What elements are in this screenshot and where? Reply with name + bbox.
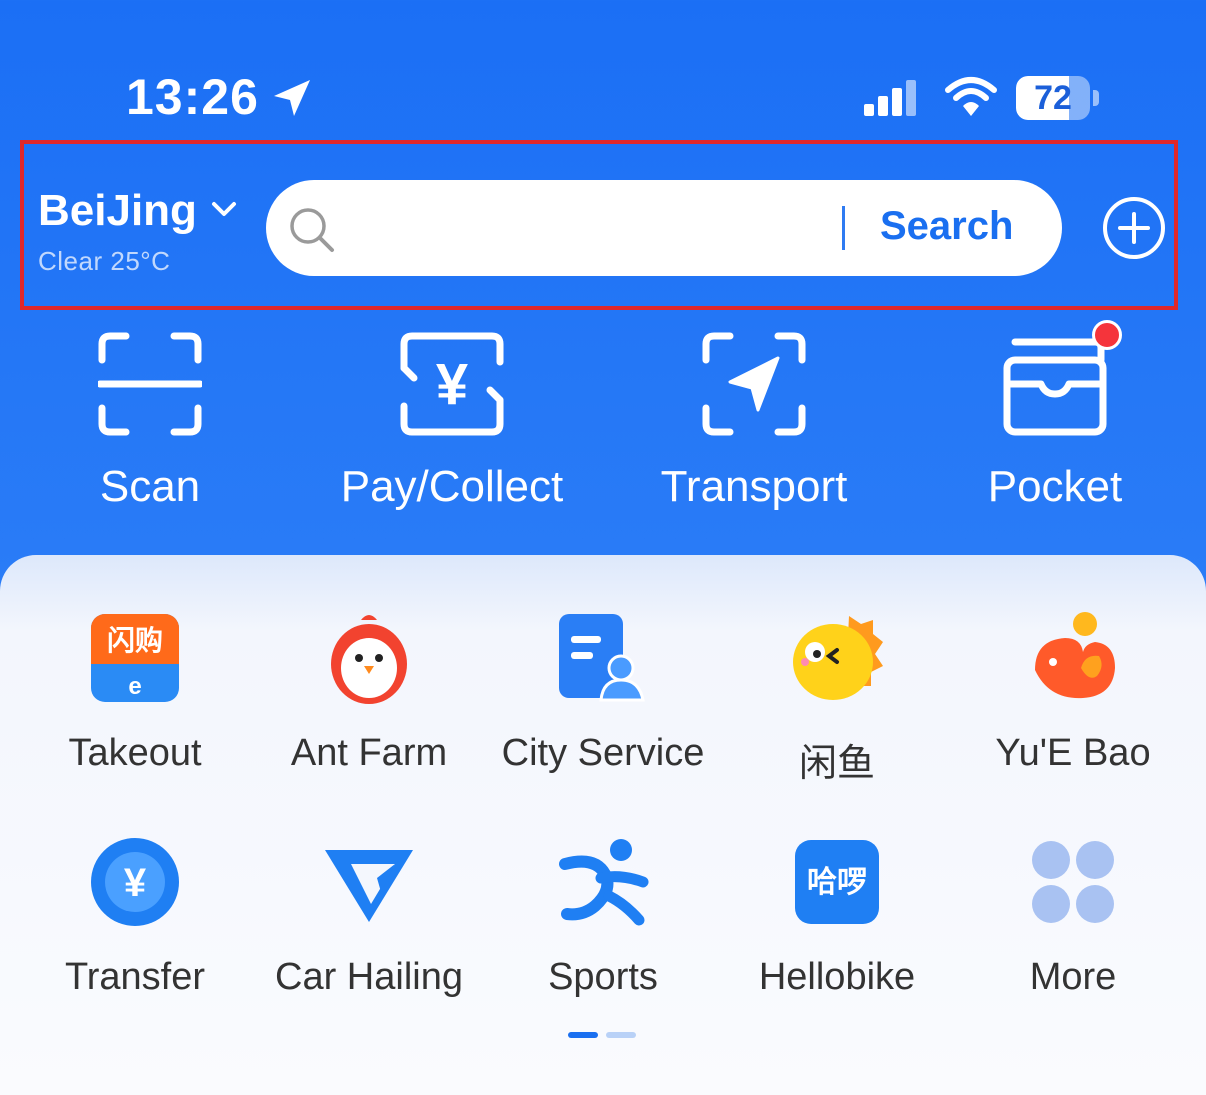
quick-action-label: Scan [99, 462, 201, 511]
app-takeout[interactable]: 闪购 e Takeout [18, 610, 252, 775]
hellobike-logo-text: 哈啰 [807, 865, 867, 900]
battery-level: 72 [1034, 79, 1072, 117]
app-hellobike[interactable]: 哈啰 Hellobike [720, 834, 954, 999]
navigation-arrow-icon [702, 332, 806, 436]
fish-icon [793, 616, 883, 700]
quick-action-pay-collect[interactable]: ¥ Pay/Collect [332, 332, 572, 512]
city-selector[interactable]: BeiJing [38, 186, 197, 236]
quick-action-label: Transport [660, 462, 848, 511]
chevron-down-icon[interactable] [210, 200, 238, 220]
yuan-scan-icon: ¥ [400, 332, 504, 436]
search-divider [842, 206, 845, 250]
app-label: Ant Farm [290, 732, 448, 774]
takeout-logo-text: 闪购 [107, 624, 163, 657]
battery-tip [1093, 90, 1099, 106]
quick-action-label: Pay/Collect [340, 462, 564, 511]
app-sports[interactable]: Sports [486, 834, 720, 999]
app-transfer[interactable]: ¥ Transfer [18, 834, 252, 999]
quick-action-scan[interactable]: Scan [30, 332, 270, 512]
more-grid-icon [1032, 841, 1114, 923]
chick-icon [331, 615, 407, 704]
scan-icon [98, 332, 202, 436]
page-dot [606, 1032, 636, 1038]
search-input[interactable]: Search [266, 180, 1062, 276]
app-label: Takeout [68, 732, 202, 774]
hellobike-icon: 哈啰 [795, 840, 879, 924]
status-time: 13:26 [126, 69, 259, 125]
yuan-glyph: ¥ [436, 352, 468, 417]
signal-icon [864, 80, 916, 116]
app-more[interactable]: More [956, 834, 1190, 999]
car-hailing-icon [325, 850, 413, 922]
app-label: Transfer [64, 956, 206, 998]
app-label: City Service [501, 732, 705, 774]
weather-text: Clear 25°C [38, 246, 171, 276]
app-city-service[interactable]: City Service [486, 610, 720, 775]
app-car-hailing[interactable]: Car Hailing [252, 834, 486, 999]
search-icon [290, 208, 334, 252]
app-xianyu[interactable]: 闲鱼 [720, 610, 954, 787]
takeout-icon: 闪购 e [91, 614, 179, 702]
wallet-icon [1003, 338, 1107, 436]
app-label: Hellobike [758, 956, 916, 998]
location-arrow-icon [274, 80, 310, 116]
transfer-icon: ¥ [91, 838, 179, 926]
app-label: Car Hailing [275, 956, 463, 998]
app-label: Sports [548, 956, 658, 998]
transfer-yuan: ¥ [124, 861, 147, 905]
plus-icon[interactable] [1102, 196, 1166, 260]
quick-action-label: Pocket [987, 462, 1123, 511]
app-label: 闲鱼 [798, 743, 875, 785]
app-ant-farm[interactable]: Ant Farm [252, 610, 486, 775]
search-button[interactable]: Search [880, 204, 1013, 249]
takeout-logo-sub: e [128, 673, 141, 700]
page-dot-active [568, 1032, 598, 1038]
quick-action-pocket[interactable]: Pocket [935, 332, 1175, 512]
battery-icon: 72 [1016, 76, 1090, 120]
sports-icon [559, 839, 649, 926]
app-label: More [1029, 956, 1117, 998]
notification-badge [1092, 320, 1122, 350]
city-service-icon [559, 614, 645, 702]
app-label: Yu'E Bao [995, 732, 1151, 774]
whale-icon [1035, 612, 1115, 699]
quick-action-transport[interactable]: Transport [634, 332, 874, 512]
wifi-icon [945, 77, 997, 116]
app-yue-bao[interactable]: Yu'E Bao [956, 610, 1190, 775]
